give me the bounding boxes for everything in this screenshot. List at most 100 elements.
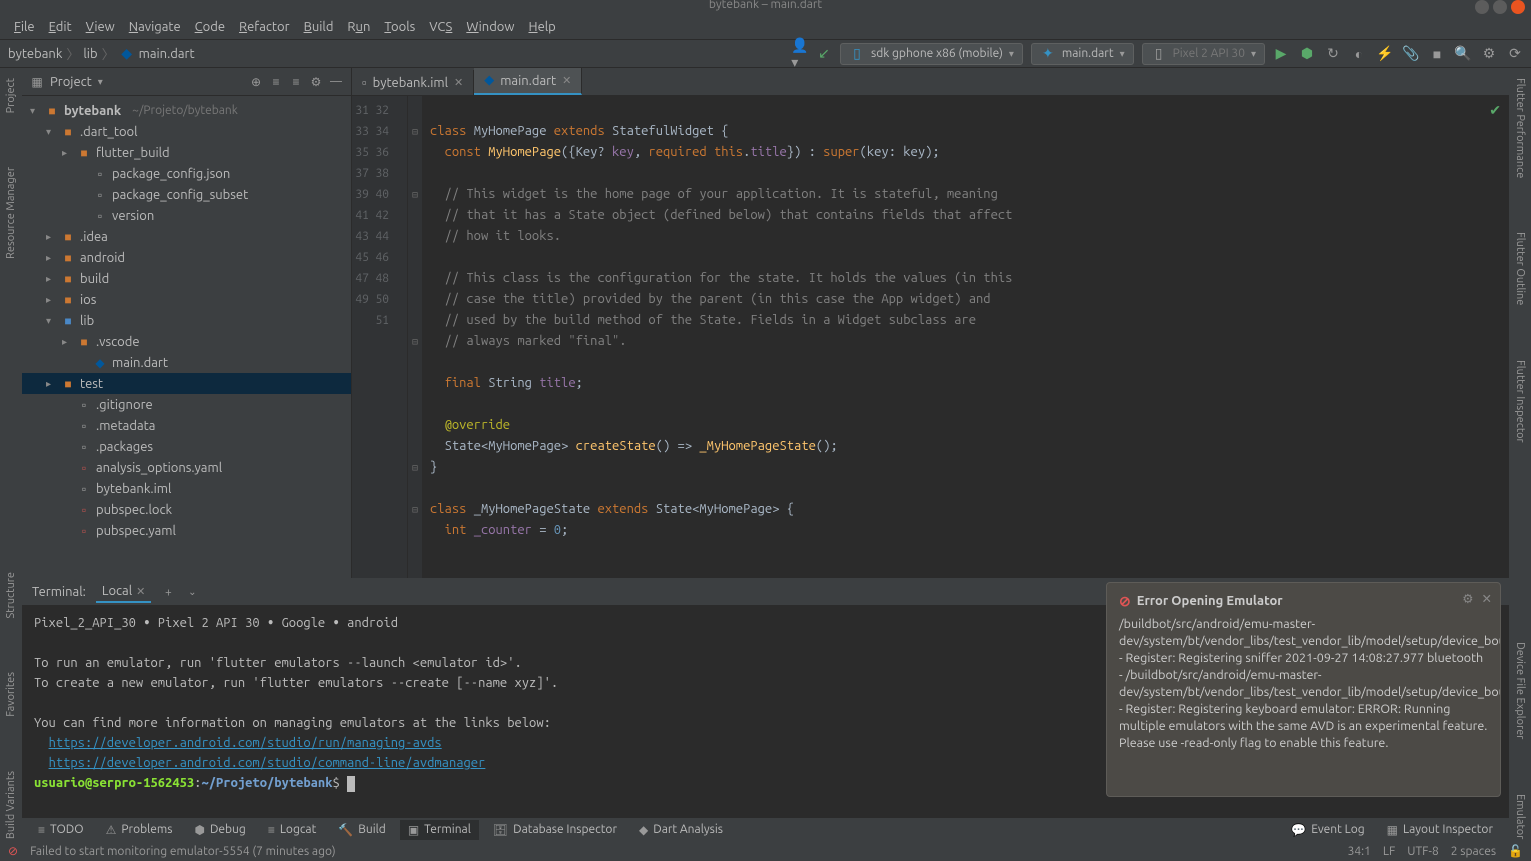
close-icon[interactable]: ✕ xyxy=(454,76,463,89)
menu-file[interactable]: File xyxy=(8,17,41,37)
tool-structure[interactable]: Structure xyxy=(3,570,19,621)
close-icon[interactable]: ✕ xyxy=(562,74,571,87)
encoding[interactable]: UTF-8 xyxy=(1407,845,1438,858)
indent-info[interactable]: 2 spaces xyxy=(1451,845,1496,858)
tool-build-variants[interactable]: Build Variants xyxy=(3,769,19,841)
tool-flutter-outline[interactable]: Flutter Outline xyxy=(1512,230,1528,307)
tree-file[interactable]: ▫package_config.json xyxy=(22,163,351,184)
breadcrumb-item[interactable]: main.dart xyxy=(139,47,195,61)
ide-update-icon[interactable]: ⟳ xyxy=(1507,46,1523,62)
tree-file[interactable]: ▫analysis_options.yaml xyxy=(22,457,351,478)
hide-icon[interactable]: — xyxy=(329,75,343,89)
editor-tab[interactable]: ▫ bytebank.iml ✕ xyxy=(352,70,474,95)
settings-icon[interactable]: ⚙ xyxy=(309,75,323,89)
tree-file[interactable]: ▫.gitignore xyxy=(22,394,351,415)
tool-db-inspector[interactable]: 🗄Database Inspector xyxy=(485,820,625,840)
menu-edit[interactable]: Edit xyxy=(43,17,78,37)
code-area[interactable]: class MyHomePage extends StatefulWidget … xyxy=(422,96,1509,578)
menu-help[interactable]: Help xyxy=(523,17,562,37)
tree-file[interactable]: ▫pubspec.lock xyxy=(22,499,351,520)
menu-vcs[interactable]: VCS xyxy=(423,17,458,37)
tree-file[interactable]: ▫.packages xyxy=(22,436,351,457)
stop-icon[interactable]: ■ xyxy=(1429,46,1445,62)
breadcrumb-item[interactable]: bytebank xyxy=(8,47,62,61)
tool-layout-inspector[interactable]: ▦Layout Inspector xyxy=(1379,820,1501,840)
terminal-link[interactable]: https://developer.android.com/studio/run… xyxy=(49,736,442,750)
popup-close-icon[interactable]: ✕ xyxy=(1482,591,1492,608)
attach-icon[interactable]: 📎 xyxy=(1403,46,1419,62)
inspection-ok-icon[interactable]: ✔ xyxy=(1489,102,1501,119)
tree-file[interactable]: ▫.metadata xyxy=(22,415,351,436)
tool-project[interactable]: Project xyxy=(3,76,19,115)
close-icon[interactable]: ✕ xyxy=(136,586,145,598)
minimize-button[interactable] xyxy=(1475,0,1489,14)
tree-file[interactable]: ▫version xyxy=(22,205,351,226)
tool-flutter-inspector[interactable]: Flutter Inspector xyxy=(1512,358,1528,445)
select-opened-icon[interactable]: ⊕ xyxy=(249,75,263,89)
tool-dart-analysis[interactable]: ◆Dart Analysis xyxy=(631,820,731,840)
settings-icon[interactable]: ⚙ xyxy=(1481,46,1497,62)
tree-folder[interactable]: ▸■android xyxy=(22,247,351,268)
project-tree[interactable]: ▾■bytebank ~/Projeto/bytebank ▾■.dart_to… xyxy=(22,96,351,578)
tree-folder[interactable]: ▸■ios xyxy=(22,289,351,310)
line-separator[interactable]: LF xyxy=(1383,845,1395,858)
tree-file[interactable]: ◆main.dart xyxy=(22,352,351,373)
popup-settings-icon[interactable]: ⚙ xyxy=(1462,591,1473,608)
chevron-down-icon[interactable]: ⌄ xyxy=(185,585,199,599)
menu-window[interactable]: Window xyxy=(460,17,520,37)
terminal-link[interactable]: https://developer.android.com/studio/com… xyxy=(49,756,486,770)
tree-folder-selected[interactable]: ▸■test xyxy=(22,373,351,394)
fold-column[interactable]: ⊟⊟⊟⊟⊟ xyxy=(408,96,422,578)
tree-file[interactable]: ▫pubspec.yaml xyxy=(22,520,351,541)
search-icon[interactable]: 🔍 xyxy=(1455,46,1471,62)
tool-emulator[interactable]: Emulator xyxy=(1512,792,1528,841)
terminal-tab[interactable]: Local✕ xyxy=(96,581,152,603)
tool-device-file-explorer[interactable]: Device File Explorer xyxy=(1512,640,1528,741)
run-icon[interactable]: ▶ xyxy=(1273,46,1289,62)
device-selector[interactable]: ▯ sdk gphone x86 (mobile) ▾ xyxy=(840,43,1023,65)
status-message[interactable]: Failed to start monitoring emulator-5554… xyxy=(30,845,336,858)
tool-flutter-performance[interactable]: Flutter Performance xyxy=(1512,76,1528,180)
collapse-icon[interactable]: ≡ xyxy=(289,75,303,89)
tree-folder[interactable]: ▸■flutter_build xyxy=(22,142,351,163)
breadcrumb-item[interactable]: lib xyxy=(83,47,97,61)
tool-build[interactable]: 🔨Build xyxy=(330,820,394,840)
tree-folder[interactable]: ▸■.idea xyxy=(22,226,351,247)
expand-icon[interactable]: ≡ xyxy=(269,75,283,89)
editor-body[interactable]: 31 32 33 34 35 36 37 38 39 40 41 42 43 4… xyxy=(352,96,1509,578)
add-terminal-icon[interactable]: + xyxy=(161,585,175,599)
menu-run[interactable]: Run xyxy=(341,17,376,37)
tree-folder[interactable]: ▾■lib xyxy=(22,310,351,331)
tool-todo[interactable]: ≡TODO xyxy=(30,820,92,840)
add-user-icon[interactable]: 👤▾ xyxy=(792,46,808,62)
run-config-selector[interactable]: ✦ main.dart ▾ xyxy=(1031,43,1134,65)
coverage-icon[interactable]: ↻ xyxy=(1325,46,1341,62)
tool-resource-manager[interactable]: Resource Manager xyxy=(3,165,19,261)
menu-tools[interactable]: Tools xyxy=(378,17,421,37)
tool-terminal[interactable]: ▣Terminal xyxy=(400,820,479,840)
menu-refactor[interactable]: Refactor xyxy=(233,17,296,37)
menu-view[interactable]: View xyxy=(80,17,121,37)
menu-navigate[interactable]: Navigate xyxy=(123,17,187,37)
error-popup[interactable]: ⚙ ✕ ⊘Error Opening Emulator /buildbot/sr… xyxy=(1106,582,1501,797)
chevron-down-icon[interactable]: ▾ xyxy=(98,76,103,88)
lock-icon[interactable]: 🔓 xyxy=(1508,844,1523,858)
editor-tab-active[interactable]: ◆ main.dart ✕ xyxy=(474,68,582,95)
profile-icon[interactable]: ◐ xyxy=(1351,46,1367,62)
hot-reload-icon[interactable]: ⚡ xyxy=(1377,46,1393,62)
tree-folder[interactable]: ▸■build xyxy=(22,268,351,289)
vcs-update-icon[interactable]: ↙ xyxy=(816,46,832,62)
menu-code[interactable]: Code xyxy=(189,17,231,37)
tree-root[interactable]: ▾■bytebank ~/Projeto/bytebank xyxy=(22,100,351,121)
tool-problems[interactable]: ⚠Problems xyxy=(98,820,181,840)
project-title[interactable]: Project xyxy=(50,75,92,89)
tool-event-log[interactable]: 💬Event Log xyxy=(1283,820,1372,840)
emulator-selector[interactable]: ▯ Pixel 2 API 30 ▾ xyxy=(1142,43,1265,65)
menu-build[interactable]: Build xyxy=(298,17,340,37)
tool-favorites[interactable]: Favorites xyxy=(3,670,19,719)
tool-logcat[interactable]: ≡Logcat xyxy=(260,820,324,840)
tree-folder[interactable]: ▸■.vscode xyxy=(22,331,351,352)
debug-icon[interactable]: ⬢ xyxy=(1299,46,1315,62)
tree-file[interactable]: ▫bytebank.iml xyxy=(22,478,351,499)
close-button[interactable] xyxy=(1511,0,1525,14)
